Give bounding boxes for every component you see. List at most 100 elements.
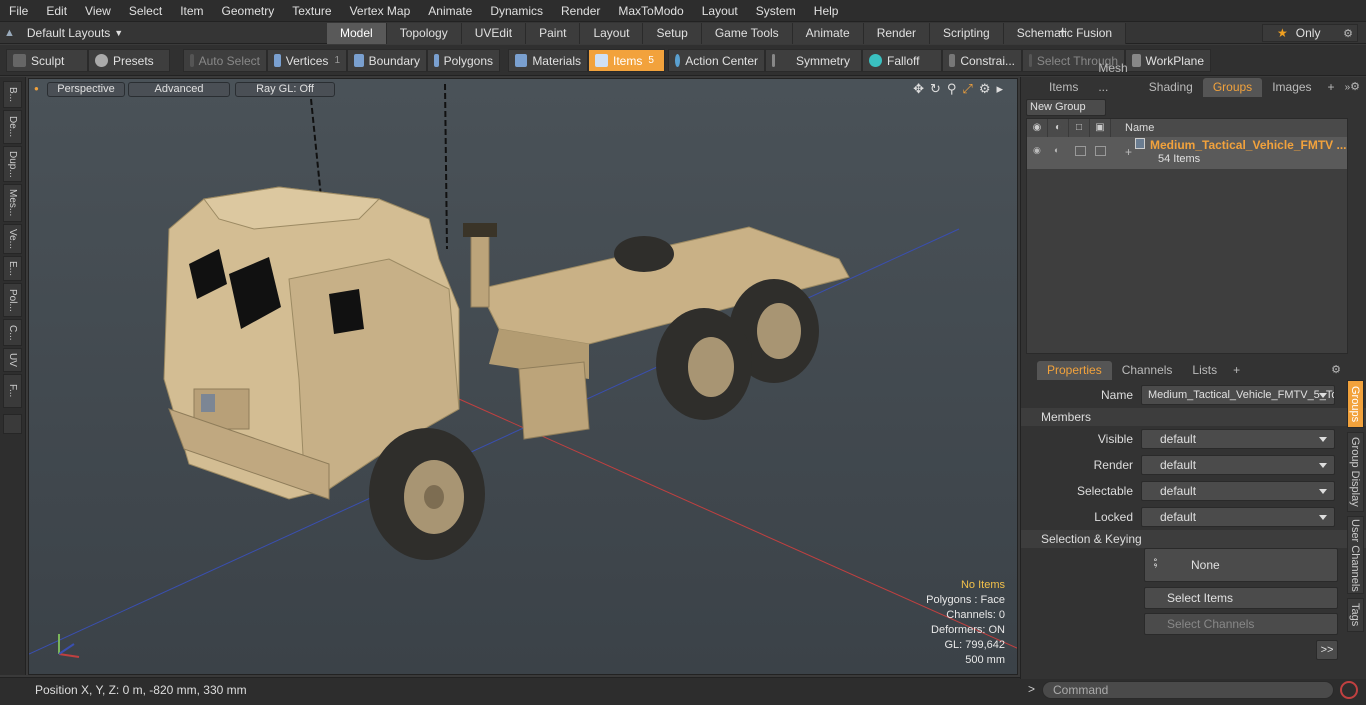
add-panel-tab-icon[interactable]: +	[1328, 78, 1335, 97]
viewport-play-icon[interactable]: ▸	[996, 81, 1003, 97]
menu-file[interactable]: File	[0, 0, 37, 22]
menu-item[interactable]: Item	[171, 0, 212, 22]
left-tab-pol[interactable]: Pol...	[3, 283, 22, 317]
materials-button[interactable]: Materials	[508, 49, 588, 72]
tab-images[interactable]: Images	[1262, 78, 1321, 97]
record-icon[interactable]	[1340, 681, 1358, 699]
maximize-icon[interactable]: ⤢	[962, 81, 972, 97]
boundary-button[interactable]: Boundary	[347, 49, 427, 72]
presets-button[interactable]: Presets	[88, 49, 170, 72]
row-render-icon[interactable]: ◐	[1054, 145, 1059, 155]
row-lock-checkbox[interactable]	[1095, 146, 1106, 156]
menu-texture[interactable]: Texture	[283, 0, 340, 22]
left-tab-e[interactable]: E...	[3, 256, 22, 281]
3d-viewport[interactable]: ● Perspective Advanced Ray GL: Off ✥ ↻ ⚲…	[28, 78, 1018, 675]
menu-maxtomodo[interactable]: MaxToModo	[609, 0, 692, 22]
layout-selector[interactable]: ▲ Default Layouts ▼	[4, 22, 123, 44]
add-tab-icon[interactable]: +	[1058, 22, 1067, 44]
move-view-icon[interactable]: ✥	[913, 81, 924, 97]
menu-edit[interactable]: Edit	[37, 0, 76, 22]
tab-mesh[interactable]: Mesh ...	[1088, 59, 1138, 97]
tab-setup[interactable]: Setup	[643, 23, 702, 44]
vtab-groups[interactable]: Groups	[1347, 380, 1364, 428]
items-button[interactable]: Items 5	[588, 49, 665, 72]
left-tab-c[interactable]: C...	[3, 319, 22, 346]
left-tab-ve[interactable]: Ve...	[3, 224, 22, 254]
tab-groups[interactable]: Groups	[1202, 78, 1263, 97]
render-dropdown[interactable]: default	[1141, 455, 1335, 475]
viewport-dot-icon[interactable]: ●	[34, 84, 39, 93]
tab-items[interactable]: Items	[1039, 78, 1088, 97]
polygons-button[interactable]: Polygons	[427, 49, 500, 72]
rotate-view-icon[interactable]: ↻	[930, 81, 941, 97]
left-tab-b[interactable]: B...	[3, 81, 22, 108]
vtab-tags[interactable]: Tags	[1347, 598, 1364, 632]
action-center-button[interactable]: Action Center	[668, 49, 765, 72]
tab-lists[interactable]: Lists	[1182, 361, 1227, 380]
menu-system[interactable]: System	[747, 0, 805, 22]
tab-layout[interactable]: Layout	[580, 23, 644, 44]
auto-select-button[interactable]: Auto Select	[183, 49, 267, 72]
menu-view[interactable]: View	[76, 0, 120, 22]
select-lock-icon[interactable]: □	[1069, 119, 1090, 137]
vtab-group-display[interactable]: Group Display	[1347, 432, 1364, 512]
eye-icon[interactable]: ◉	[1027, 119, 1048, 137]
gear-icon[interactable]: ⚙	[1343, 27, 1353, 40]
tab-paint[interactable]: Paint	[526, 23, 581, 44]
advanced-button[interactable]: Advanced	[128, 82, 230, 97]
raygl-button[interactable]: Ray GL: Off	[235, 82, 335, 97]
none-button[interactable]: None	[1144, 548, 1338, 582]
menu-render[interactable]: Render	[552, 0, 609, 22]
tab-animate[interactable]: Animate	[792, 23, 864, 44]
select-channels-button[interactable]: Select Channels	[1144, 613, 1338, 635]
name-field[interactable]: Medium_Tactical_Vehicle_FMTV_5_Ton	[1141, 385, 1335, 405]
tab-render[interactable]: Render	[863, 23, 931, 44]
constraints-button[interactable]: Constrai...	[942, 49, 1022, 72]
tab-uvedit[interactable]: UVEdit	[461, 23, 527, 44]
vertices-button[interactable]: Vertices 1	[267, 49, 347, 72]
visible-dropdown[interactable]: default	[1141, 429, 1335, 449]
lock-icon[interactable]: ▣	[1090, 119, 1111, 137]
command-input[interactable]: Command	[1042, 681, 1334, 699]
props-gear-icon[interactable]: ⚙	[1331, 361, 1341, 380]
left-tab-mes[interactable]: Mes...	[3, 184, 22, 222]
menu-vertex-map[interactable]: Vertex Map	[341, 0, 420, 22]
symmetry-button[interactable]: Symmetry	[765, 49, 862, 72]
more-button[interactable]: >>	[1316, 640, 1338, 660]
tab-game-tools[interactable]: Game Tools	[701, 23, 793, 44]
expand-icon[interactable]: +	[1125, 145, 1132, 159]
left-tab-de[interactable]: De...	[3, 110, 22, 144]
only-button[interactable]: ★ Only ⚙	[1262, 24, 1358, 42]
group-row[interactable]: ◉ ◐ + Medium_Tactical_Vehicle_FMTV ... 5…	[1027, 137, 1347, 169]
falloff-button[interactable]: Falloff	[862, 49, 942, 72]
selectable-dropdown[interactable]: default	[1141, 481, 1335, 501]
left-tab-f[interactable]: F...	[3, 374, 22, 408]
menu-animate[interactable]: Animate	[419, 0, 481, 22]
perspective-button[interactable]: Perspective	[47, 82, 125, 97]
selection-keying-section[interactable]: Selection & Keying	[1021, 530, 1366, 548]
select-items-button[interactable]: Select Items	[1144, 587, 1338, 609]
tab-channels[interactable]: Channels	[1112, 361, 1183, 380]
panel-gear-icon[interactable]: ⚙	[1350, 78, 1360, 97]
tab-topology[interactable]: Topology	[386, 23, 462, 44]
menu-select[interactable]: Select	[120, 0, 171, 22]
menu-layout[interactable]: Layout	[693, 0, 747, 22]
viewport-gear-icon[interactable]: ⚙	[979, 81, 991, 97]
members-section[interactable]: Members	[1021, 408, 1366, 426]
new-group-button[interactable]: New Group	[1026, 99, 1106, 116]
tab-properties[interactable]: Properties	[1037, 361, 1112, 380]
tab-model[interactable]: Model	[327, 23, 387, 44]
menu-help[interactable]: Help	[805, 0, 848, 22]
left-tab-dup[interactable]: Dup...	[3, 146, 22, 182]
tab-shading[interactable]: Shading	[1139, 78, 1203, 97]
zoom-view-icon[interactable]: ⚲	[947, 81, 957, 97]
row-select-checkbox[interactable]	[1075, 146, 1086, 156]
menu-geometry[interactable]: Geometry	[213, 0, 284, 22]
tab-scripting[interactable]: Scripting	[930, 23, 1004, 44]
render-icon[interactable]: ◐	[1048, 119, 1069, 137]
left-tab-uv[interactable]: UV	[3, 348, 22, 372]
left-tab-extra[interactable]	[3, 414, 22, 434]
vtab-user-channels[interactable]: User Channels	[1347, 516, 1364, 594]
add-props-tab-icon[interactable]: +	[1233, 361, 1240, 380]
row-eye-icon[interactable]: ◉	[1033, 145, 1041, 156]
